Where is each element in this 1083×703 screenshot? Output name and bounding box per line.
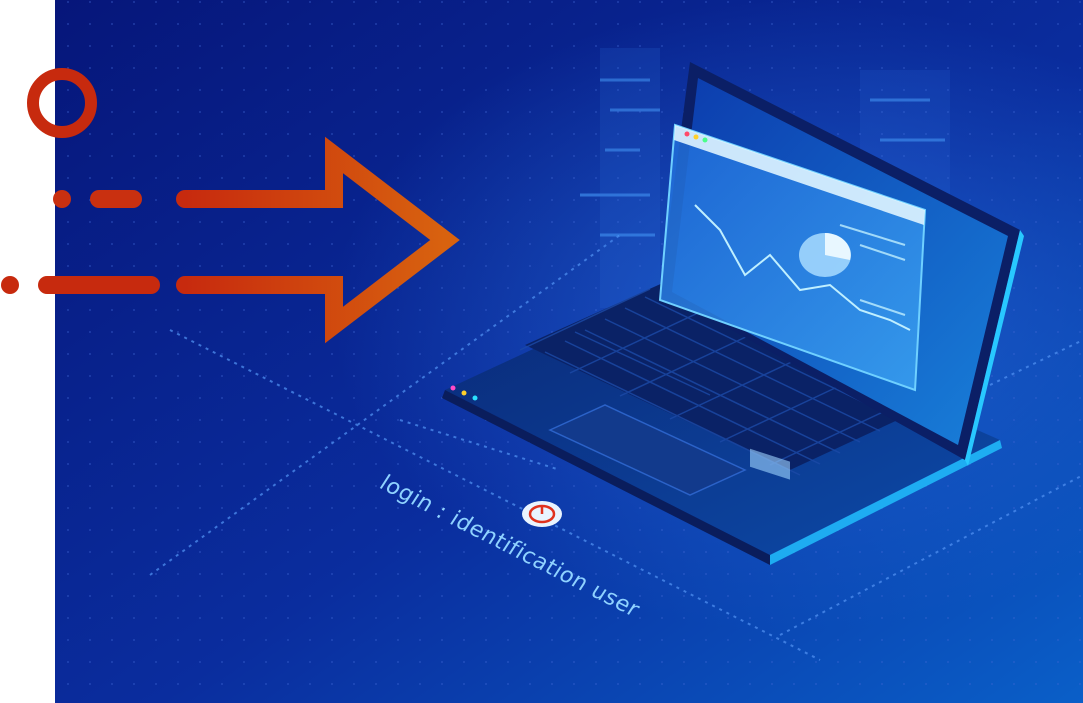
pie-graphic: [799, 233, 851, 277]
login-illustration: login : identification user: [1, 0, 1083, 703]
power-icon: [522, 501, 562, 527]
